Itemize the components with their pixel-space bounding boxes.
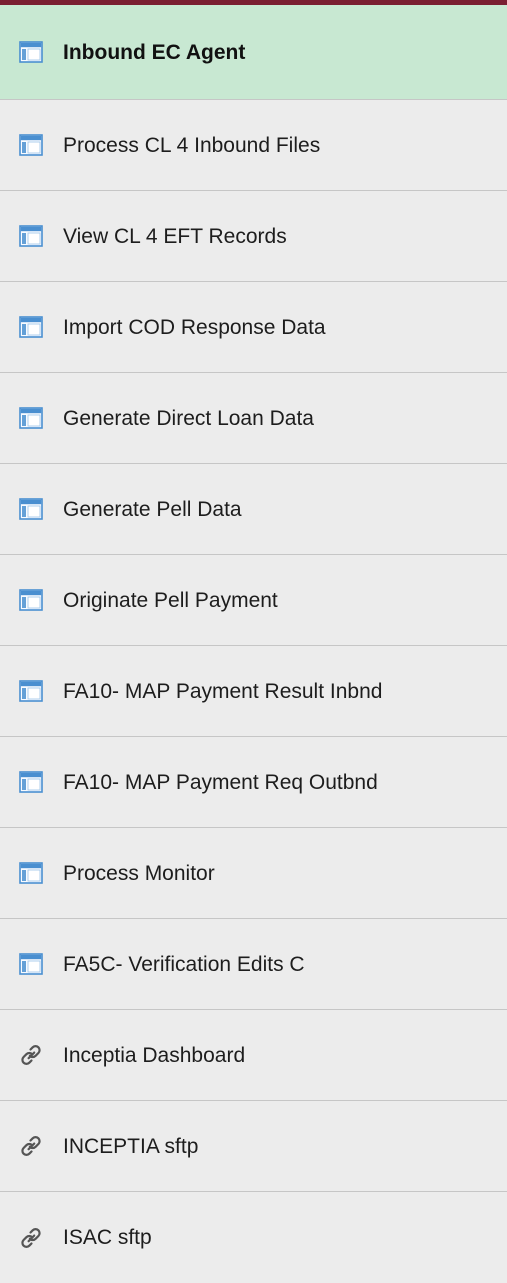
menu-item-label: FA5C- Verification Edits C xyxy=(63,952,305,976)
menu-item-label: FA10- MAP Payment Req Outbnd xyxy=(63,770,378,794)
component-window-icon xyxy=(14,679,48,703)
menu-item-label: Originate Pell Payment xyxy=(63,588,278,612)
menu-item-label: Generate Direct Loan Data xyxy=(63,406,314,430)
menu-item-label: Process CL 4 Inbound Files xyxy=(63,133,321,157)
menu-item-label: Process Monitor xyxy=(63,861,215,885)
component-window-icon xyxy=(14,952,48,976)
component-window-icon xyxy=(14,133,48,157)
menu-item-label: Import COD Response Data xyxy=(63,315,326,339)
menu-item-inceptia-dashboard[interactable]: Inceptia Dashboard xyxy=(0,1010,507,1101)
menu-item-import-cod-response-data[interactable]: Import COD Response Data xyxy=(0,282,507,373)
menu-item-inbound-ec-agent[interactable]: Inbound EC Agent xyxy=(0,5,507,100)
component-window-icon xyxy=(14,770,48,794)
menu-item-label: ISAC sftp xyxy=(63,1226,152,1249)
menu-item-process-monitor[interactable]: Process Monitor xyxy=(0,828,507,919)
menu-item-label: View CL 4 EFT Records xyxy=(63,224,287,248)
component-window-icon xyxy=(14,406,48,430)
link-icon xyxy=(14,1134,48,1158)
menu-item-originate-pell-payment[interactable]: Originate Pell Payment xyxy=(0,555,507,646)
menu-item-fa10-map-payment-result-inbnd[interactable]: FA10- MAP Payment Result Inbnd xyxy=(0,646,507,737)
component-window-icon xyxy=(14,588,48,612)
component-window-icon xyxy=(14,224,48,248)
menu-item-isac-sftp[interactable]: ISAC sftp xyxy=(0,1192,507,1283)
menu-item-inceptia-sftp[interactable]: INCEPTIA sftp xyxy=(0,1101,507,1192)
navigation-menu: Inbound EC Agent Process CL 4 Inbound Fi… xyxy=(0,0,507,1283)
menu-item-fa10-map-payment-req-outbnd[interactable]: FA10- MAP Payment Req Outbnd xyxy=(0,737,507,828)
menu-item-label: INCEPTIA sftp xyxy=(63,1134,199,1158)
component-window-icon xyxy=(14,40,48,64)
link-icon xyxy=(14,1226,48,1250)
component-window-icon xyxy=(14,497,48,521)
menu-item-label: Inbound EC Agent xyxy=(63,40,246,64)
menu-item-label: Inceptia Dashboard xyxy=(63,1043,246,1067)
menu-item-process-cl-4-inbound-files[interactable]: Process CL 4 Inbound Files xyxy=(0,100,507,191)
menu-item-fa5c-verification-edits-c[interactable]: FA5C- Verification Edits C xyxy=(0,919,507,1010)
component-window-icon xyxy=(14,315,48,339)
link-icon xyxy=(14,1043,48,1067)
menu-item-generate-pell-data[interactable]: Generate Pell Data xyxy=(0,464,507,555)
menu-item-label: FA10- MAP Payment Result Inbnd xyxy=(63,679,383,703)
menu-item-generate-direct-loan-data[interactable]: Generate Direct Loan Data xyxy=(0,373,507,464)
component-window-icon xyxy=(14,861,48,885)
menu-item-view-cl-4-eft-records[interactable]: View CL 4 EFT Records xyxy=(0,191,507,282)
menu-item-label: Generate Pell Data xyxy=(63,497,242,521)
